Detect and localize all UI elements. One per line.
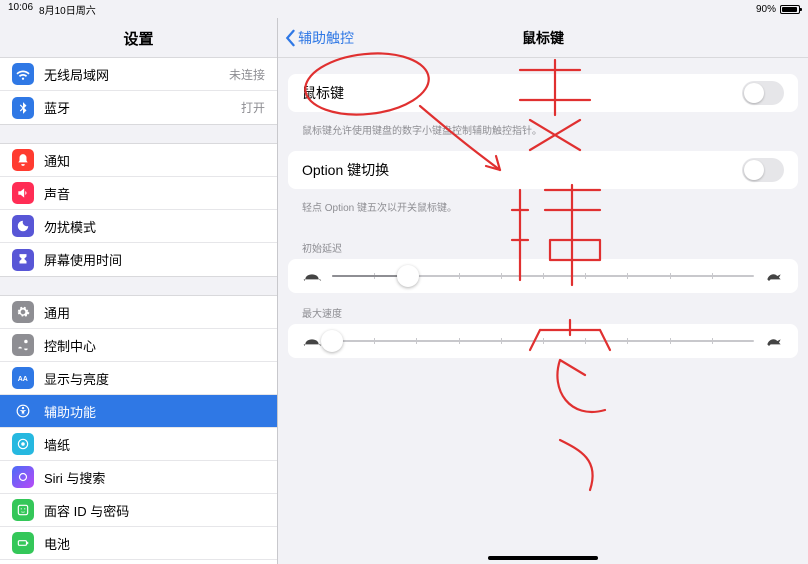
sidebar-item-label: 勿扰模式: [44, 217, 265, 236]
sidebar-item-label: Siri 与搜索: [44, 468, 265, 487]
sidebar-item-notifications[interactable]: 通知: [0, 144, 277, 177]
sidebar-item-label: 面容 ID 与密码: [44, 501, 265, 520]
chevron-left-icon: [284, 29, 296, 47]
option-key-toggle[interactable]: [742, 158, 784, 182]
battery-settings-icon: [12, 532, 34, 554]
sidebar-item-label: 声音: [44, 184, 265, 203]
sound-icon: [12, 182, 34, 204]
sidebar-item-label: 显示与亮度: [44, 369, 265, 388]
sidebar-item-controlcenter[interactable]: 控制中心: [0, 329, 277, 362]
mouse-keys-group: 鼠标键: [288, 74, 798, 112]
display-icon: AA: [12, 367, 34, 389]
tortoise-icon: [302, 334, 322, 348]
toggles-icon: [12, 334, 34, 356]
slider-knob[interactable]: [397, 265, 419, 287]
sidebar-item-value: 未连接: [229, 66, 265, 83]
option-toggle-row[interactable]: Option 键切换: [288, 151, 798, 189]
sidebar-item-accessibility[interactable]: 辅助功能: [0, 395, 277, 428]
status-time: 10:06: [8, 2, 33, 17]
hare-icon: [764, 334, 784, 348]
sidebar-item-label: 无线局域网: [44, 65, 229, 84]
sidebar-group-network: 无线局域网 未连接 蓝牙 打开: [0, 57, 277, 125]
sidebar-item-general[interactable]: 通用: [0, 296, 277, 329]
hourglass-icon: [12, 249, 34, 271]
bluetooth-icon: [12, 97, 34, 119]
sidebar-group-alerts: 通知 声音 勿扰模式 屏幕使用时间: [0, 143, 277, 277]
back-button[interactable]: 辅助触控: [284, 28, 354, 48]
option-toggle-footer: 轻点 Option 键五次以开关鼠标键。: [288, 195, 798, 228]
max-speed-slider[interactable]: [332, 340, 754, 342]
sidebar-item-wifi[interactable]: 无线局域网 未连接: [0, 58, 277, 91]
sidebar-item-dnd[interactable]: 勿扰模式: [0, 210, 277, 243]
svg-text:AA: AA: [18, 376, 28, 383]
sidebar-title: 设置: [0, 18, 277, 57]
faceid-icon: [12, 499, 34, 521]
sidebar-item-screentime[interactable]: 屏幕使用时间: [0, 243, 277, 276]
battery-icon: [780, 5, 800, 14]
detail-navbar: 辅助触控 鼠标键: [278, 18, 808, 58]
sidebar-item-label: 墙纸: [44, 435, 265, 454]
moon-icon: [12, 215, 34, 237]
sidebar-item-sound[interactable]: 声音: [0, 177, 277, 210]
sidebar-item-display[interactable]: AA 显示与亮度: [0, 362, 277, 395]
status-battery-pct: 90%: [756, 4, 776, 15]
accessibility-icon: [12, 400, 34, 422]
mouse-keys-row[interactable]: 鼠标键: [288, 74, 798, 112]
back-label: 辅助触控: [298, 28, 354, 48]
mouse-keys-footer: 鼠标键允许使用键盘的数字小键盘控制辅助触控指针。: [288, 118, 798, 151]
status-bar: 10:06 8月10日周六 90%: [0, 0, 808, 18]
gear-icon: [12, 301, 34, 323]
sidebar-item-battery[interactable]: 电池: [0, 527, 277, 560]
sidebar-item-bluetooth[interactable]: 蓝牙 打开: [0, 91, 277, 124]
max-speed-slider-group: [288, 324, 798, 358]
max-speed-header: 最大速度: [288, 299, 798, 324]
settings-sidebar: 设置 无线局域网 未连接 蓝牙 打开 通知: [0, 18, 278, 564]
sidebar-item-wallpaper[interactable]: 墙纸: [0, 428, 277, 461]
detail-pane: 辅助触控 鼠标键 鼠标键 鼠标键允许使用键盘的数字小键盘控制辅助触控指针。 Op…: [278, 18, 808, 564]
initial-delay-slider[interactable]: [332, 275, 754, 277]
sidebar-item-faceid[interactable]: 面容 ID 与密码: [0, 494, 277, 527]
siri-icon: [12, 466, 34, 488]
sidebar-item-siri[interactable]: Siri 与搜索: [0, 461, 277, 494]
status-date: 8月10日周六: [39, 2, 96, 17]
sidebar-item-label: 通用: [44, 303, 265, 322]
mouse-keys-toggle[interactable]: [742, 81, 784, 105]
wallpaper-icon: [12, 433, 34, 455]
sidebar-item-label: 辅助功能: [44, 402, 265, 421]
sidebar-group-general: 通用 控制中心 AA 显示与亮度 辅助功能 墙纸: [0, 295, 277, 564]
sidebar-item-label: 屏幕使用时间: [44, 250, 265, 269]
tortoise-icon: [302, 269, 322, 283]
sidebar-item-label: 电池: [44, 534, 265, 553]
sidebar-item-label: 控制中心: [44, 336, 265, 355]
option-toggle-group: Option 键切换: [288, 151, 798, 189]
initial-delay-header: 初始延迟: [288, 234, 798, 259]
detail-title: 鼠标键: [522, 28, 564, 48]
notifications-icon: [12, 149, 34, 171]
wifi-icon: [12, 63, 34, 85]
slider-knob[interactable]: [321, 330, 343, 352]
home-indicator[interactable]: [488, 556, 598, 560]
hare-icon: [764, 269, 784, 283]
sidebar-item-label: 蓝牙: [44, 98, 241, 117]
sidebar-item-privacy[interactable]: 隐私: [0, 560, 277, 564]
initial-delay-slider-group: [288, 259, 798, 293]
row-label: 鼠标键: [302, 83, 742, 103]
row-label: Option 键切换: [302, 160, 742, 180]
sidebar-item-value: 打开: [241, 99, 265, 116]
sidebar-item-label: 通知: [44, 151, 265, 170]
